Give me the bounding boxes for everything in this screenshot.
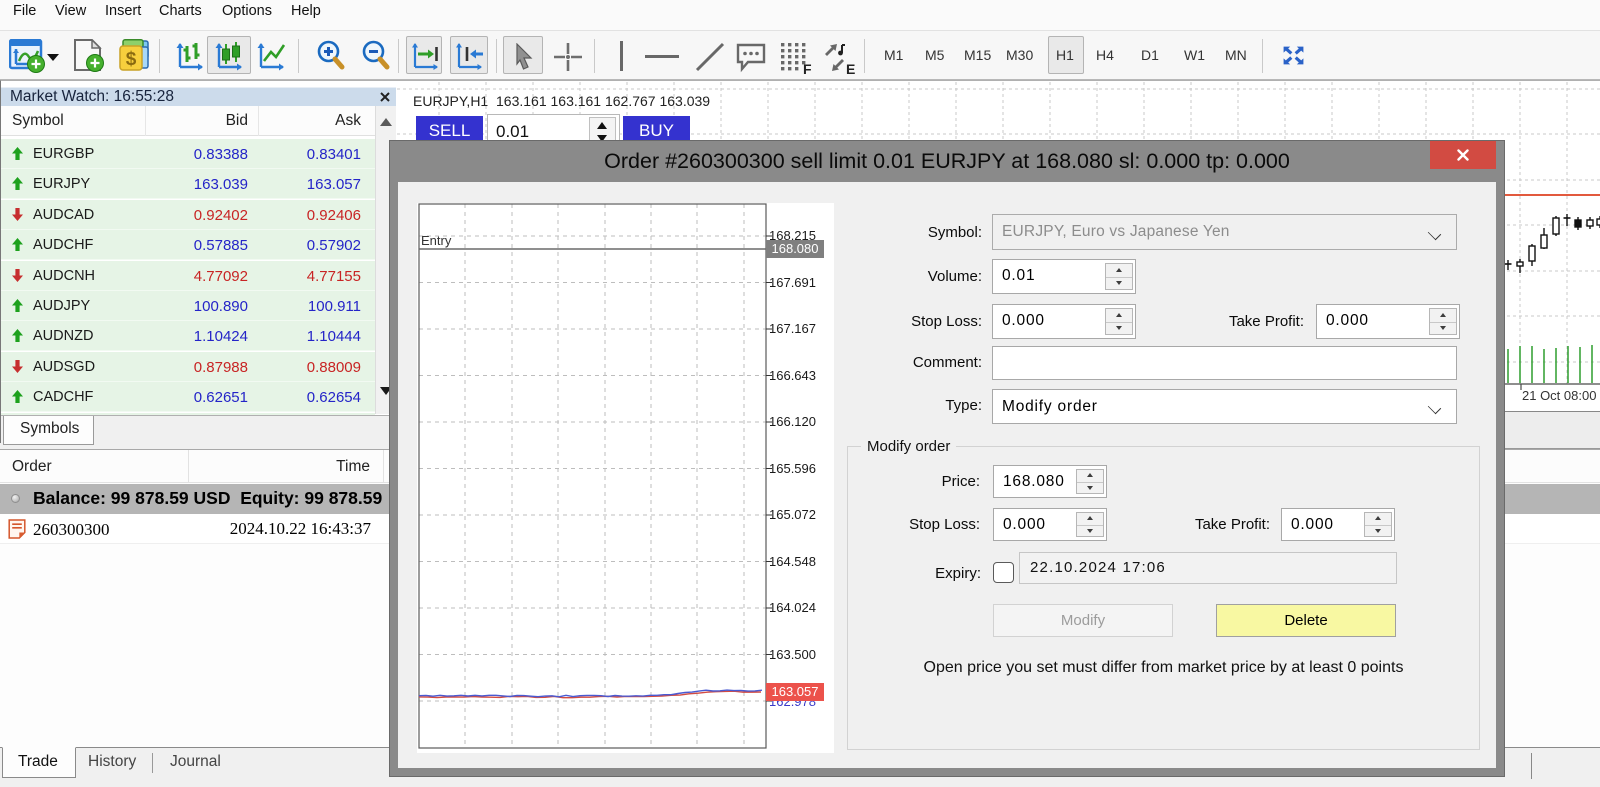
svg-text:$: $ xyxy=(126,49,137,70)
svg-text:E: E xyxy=(846,61,855,75)
svg-text:F: F xyxy=(803,61,812,75)
